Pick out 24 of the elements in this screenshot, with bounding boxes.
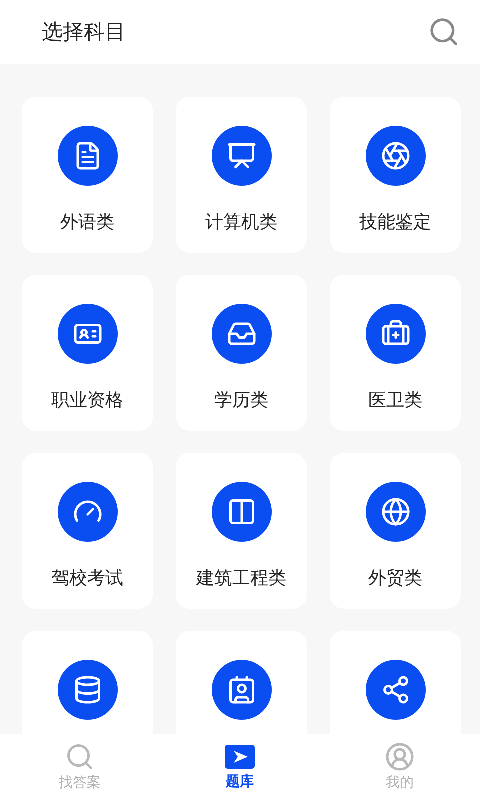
category-label: 职业资格: [52, 389, 124, 412]
category-label: 学历类: [214, 389, 268, 412]
tab-item[interactable]: 题库: [160, 734, 320, 800]
category-card[interactable]: 外语类: [22, 97, 153, 253]
category-card[interactable]: 计算机类: [176, 97, 307, 253]
category-card[interactable]: 技能鉴定: [330, 97, 461, 253]
search-icon: [65, 742, 95, 772]
category-card[interactable]: 职业资格: [22, 275, 153, 431]
play-icon: [224, 743, 256, 771]
category-label: 建筑工程类: [196, 567, 286, 590]
category-card[interactable]: 驾校考试: [22, 453, 153, 609]
category-card[interactable]: 学历类: [176, 275, 307, 431]
category-label: 计算机类: [206, 211, 278, 234]
category-card[interactable]: 医卫类: [330, 275, 461, 431]
category-label: 外贸类: [368, 567, 422, 590]
search-icon[interactable]: [428, 16, 460, 48]
category-label: 医卫类: [368, 389, 422, 412]
category-label: 驾校考试: [52, 567, 124, 590]
person-icon: [385, 742, 415, 772]
category-card[interactable]: 外贸类: [330, 453, 461, 609]
page-title: 选择科目: [42, 19, 126, 46]
category-card[interactable]: 建筑工程类: [176, 453, 307, 609]
category-label: 技能鉴定: [360, 211, 432, 234]
category-label: 外语类: [60, 211, 114, 234]
